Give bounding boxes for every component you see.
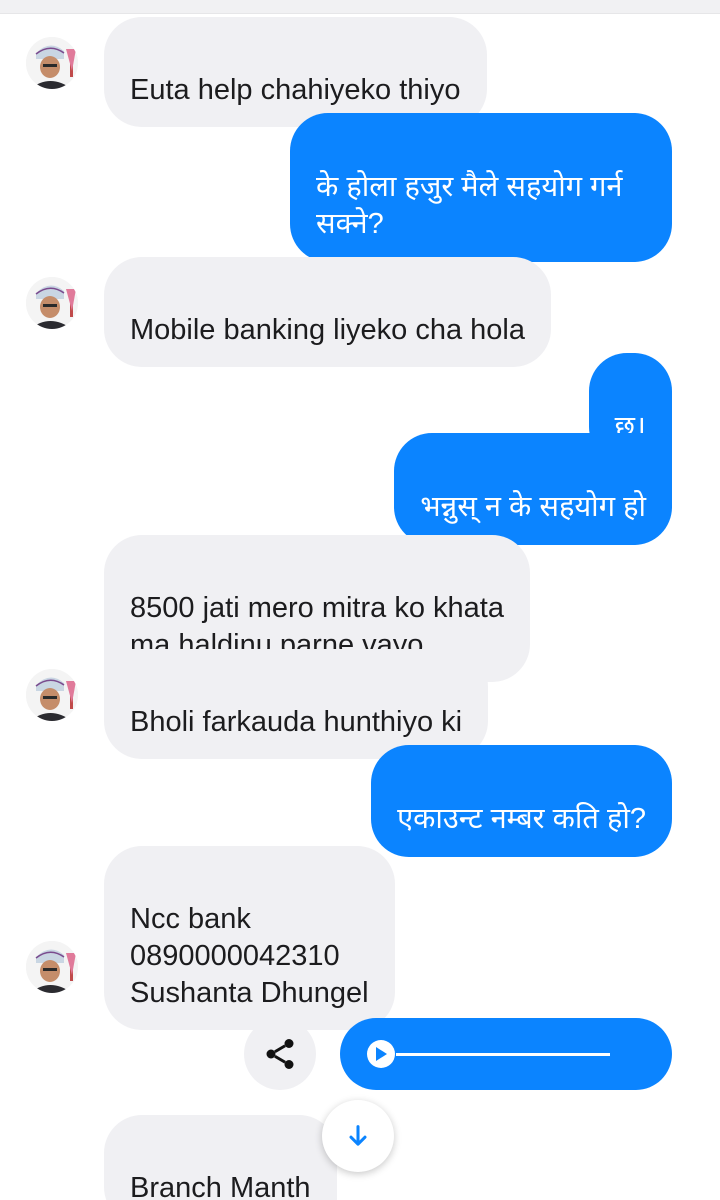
message-bubble-incoming[interactable]: Bholi farkauda hunthiyo ki [104,649,489,759]
top-bar-edge [0,0,720,14]
audio-progress-track[interactable] [396,1053,610,1056]
avatar[interactable] [26,941,78,993]
message-bubble-outgoing[interactable]: भन्नुस् न के सहयोग हो [394,433,672,545]
message-bubble-incoming[interactable]: Mobile banking liyeko cha hola [104,257,551,367]
avatar-icon [26,941,78,993]
share-button[interactable] [244,1018,316,1090]
message-text: Branch Manth [130,1172,311,1200]
chat-screen: Euta help chahiyeko thiyo के होला हजुर म… [0,0,720,1200]
play-button[interactable] [367,1040,395,1068]
avatar-icon [26,669,78,721]
avatar[interactable] [26,669,78,721]
avatar[interactable] [26,277,78,329]
message-text: Bholi farkauda hunthiyo ki [130,706,463,738]
message-text: Mobile banking liyeko cha hola [130,314,525,346]
audio-message[interactable] [340,1018,672,1090]
message-text: के होला हजुर मैले सहयोग गर्न सक्ने? [316,171,623,240]
message-text: एकाउन्ट नम्बर कति हो? [397,803,646,835]
avatar-icon [26,277,78,329]
message-bubble-outgoing[interactable]: एकाउन्ट नम्बर कति हो? [371,745,672,857]
message-text: Ncc bank 0890000042310 Sushanta Dhungel [130,903,369,1009]
message-text: Euta help chahiyeko thiyo [130,74,461,106]
share-icon [266,1039,294,1069]
avatar-icon [26,37,78,89]
message-bubble-outgoing[interactable]: के होला हजुर मैले सहयोग गर्न सक्ने? [290,113,672,262]
message-text: भन्नुस् न के सहयोग हो [420,491,646,523]
message-bubble-incoming[interactable]: Branch Manth [104,1115,337,1200]
play-icon [376,1047,387,1061]
scroll-to-bottom-button[interactable] [322,1100,394,1172]
message-bubble-incoming[interactable]: Euta help chahiyeko thiyo [104,17,487,127]
message-bubble-incoming[interactable]: Ncc bank 0890000042310 Sushanta Dhungel [104,846,395,1030]
arrow-down-icon [349,1125,367,1146]
avatar[interactable] [26,37,78,89]
